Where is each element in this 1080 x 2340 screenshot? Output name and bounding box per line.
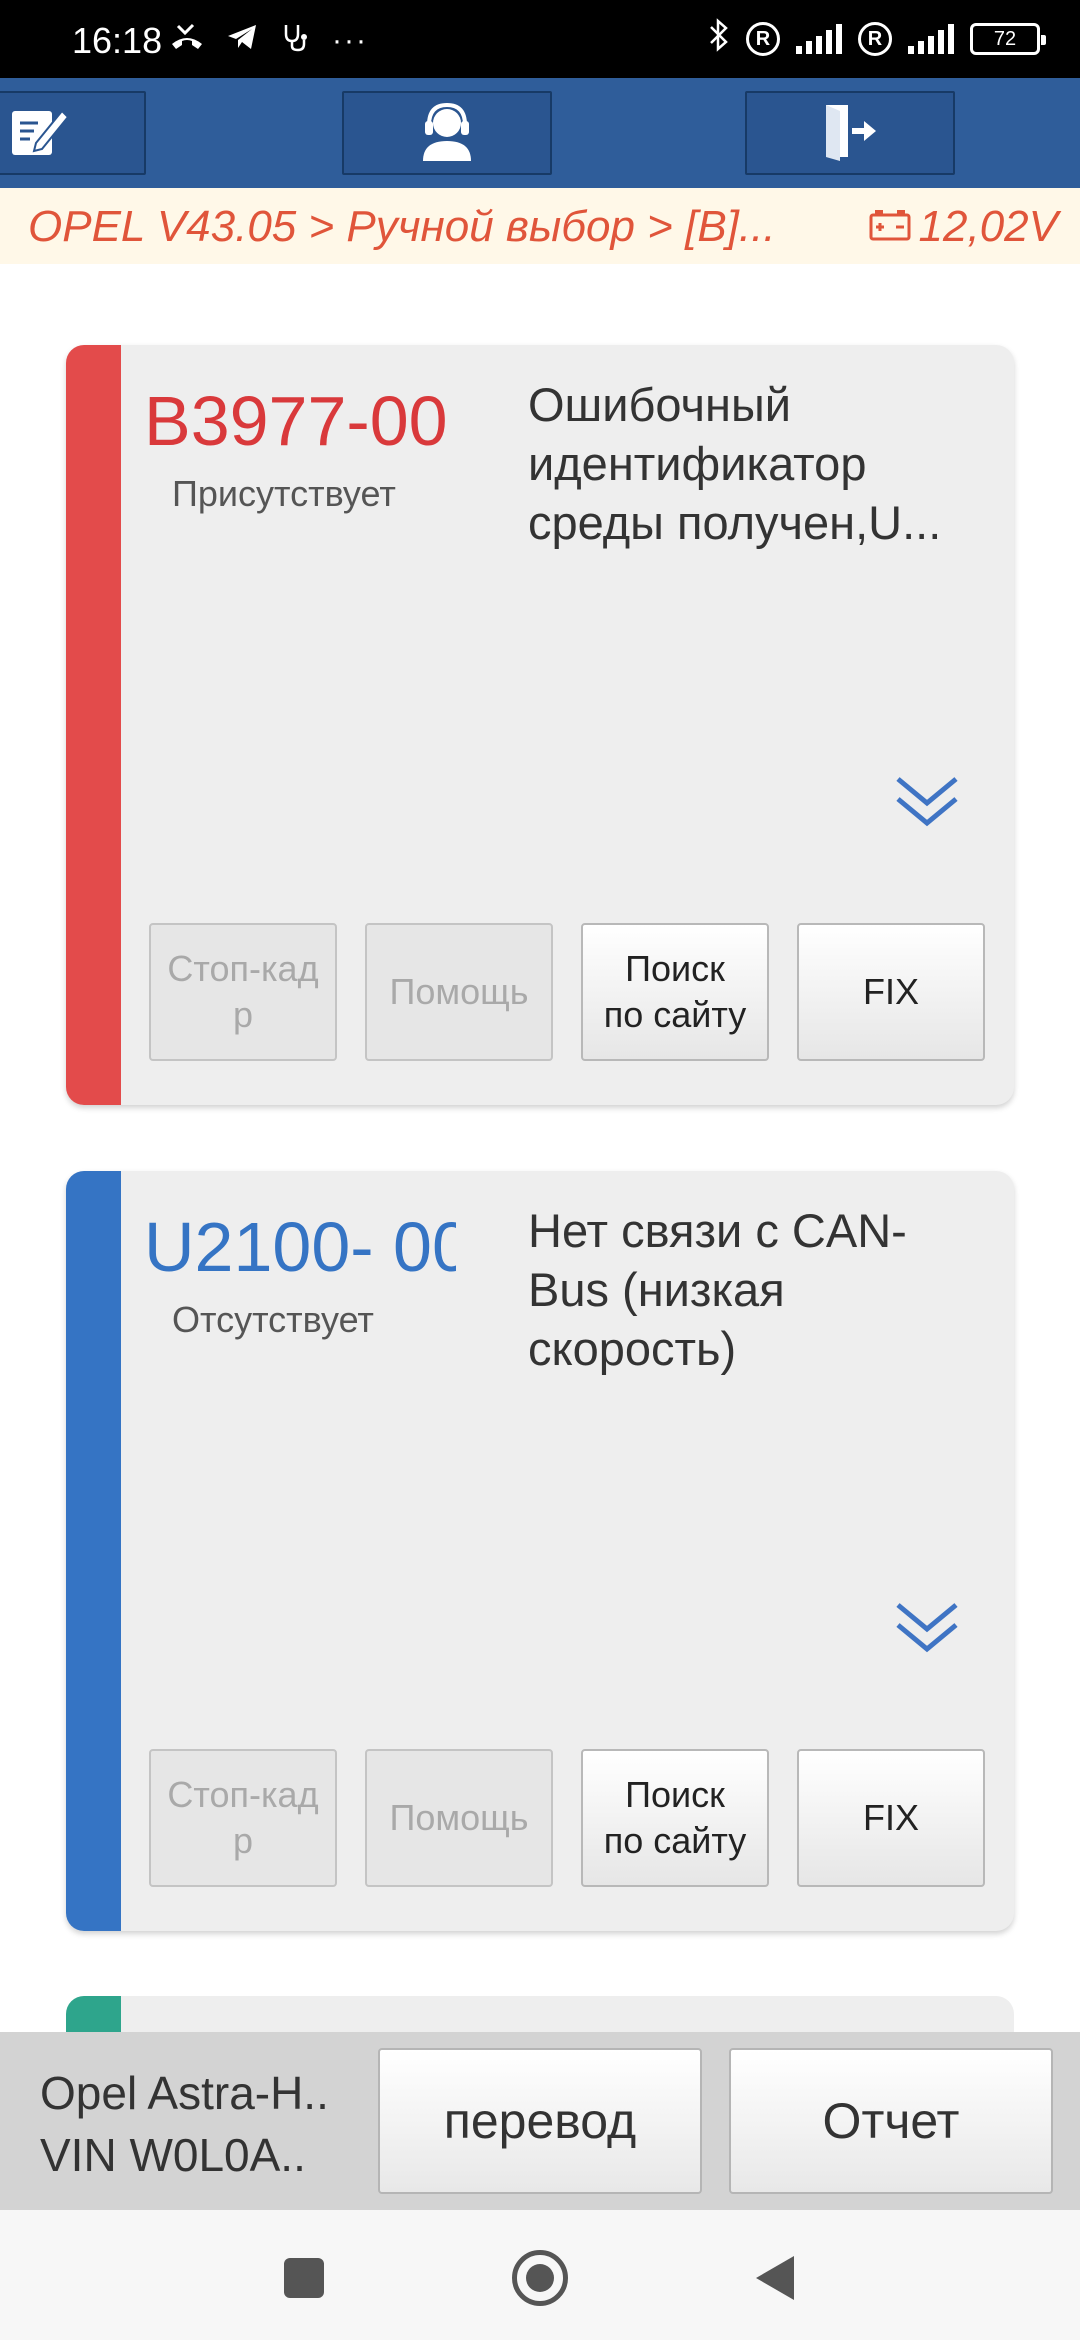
dtc-status: Отсутствует — [172, 1299, 374, 1340]
dtc-code: B3977-00 — [144, 382, 448, 460]
dtc-description: Ошибочный идентификатор среды получен,U.… — [528, 378, 942, 549]
dtc-status: Присутствует — [172, 473, 396, 514]
battery-voltage: 12,02V — [869, 202, 1058, 252]
dtc-description: Нет связи с CAN-Bus (низкая скорость) — [528, 1204, 907, 1375]
support-button[interactable] — [342, 91, 552, 175]
expand-chevron-icon[interactable] — [892, 773, 962, 833]
severity-stripe — [66, 345, 121, 1105]
roaming-icon: R — [858, 22, 892, 56]
dtc-card: B3977-00 Присутствует Ошибочный идентифи… — [66, 345, 1014, 1105]
status-left-icons: ··· — [170, 22, 368, 60]
breadcrumb-path: OPEL V43.05 > Ручной выбор > [B]... — [28, 202, 776, 251]
edit-button[interactable] — [0, 91, 146, 175]
bottom-bar: Opel Astra-H.. VIN W0L0A.. перевод Отчет — [0, 2032, 1080, 2210]
vehicle-info: Opel Astra-H.. VIN W0L0A.. — [40, 2062, 329, 2186]
status-time: 16:18 — [72, 20, 163, 61]
freeze-frame-button[interactable]: Стоп-кад р — [149, 923, 337, 1061]
exit-button[interactable] — [745, 91, 955, 175]
battery-icon: 72 — [970, 23, 1046, 55]
telegram-icon — [226, 22, 258, 60]
support-agent-icon — [415, 99, 479, 168]
top-toolbar — [0, 78, 1080, 188]
vehicle-model: Opel Astra-H.. — [40, 2067, 329, 2119]
report-button[interactable]: Отчет — [729, 2048, 1053, 2194]
severity-stripe — [66, 1171, 121, 1931]
status-right-icons: R R 72 — [708, 18, 1046, 60]
signal-icon — [796, 24, 842, 54]
translate-button[interactable]: перевод — [378, 2048, 702, 2194]
vehicle-vin: VIN W0L0A.. — [40, 2129, 306, 2181]
fix-button[interactable]: FIX — [797, 1749, 985, 1887]
dtc-code: U2100- 00 — [144, 1208, 456, 1286]
signal-icon — [908, 24, 954, 54]
back-icon[interactable] — [756, 2256, 794, 2300]
web-search-button[interactable]: Поиск по сайту — [581, 1749, 769, 1887]
exit-icon — [818, 101, 882, 166]
missed-call-icon — [170, 22, 204, 60]
voltage-value: 12,02V — [918, 202, 1058, 251]
stethoscope-icon — [280, 22, 310, 60]
breadcrumb: OPEL V43.05 > Ручной выбор > [B]... 12,0… — [0, 188, 1080, 264]
dtc-card: U2100- 00 Отсутствует Нет связи с CAN-Bu… — [66, 1171, 1014, 1931]
bluetooth-icon — [708, 18, 730, 60]
expand-chevron-icon[interactable] — [892, 1599, 962, 1659]
freeze-frame-button[interactable]: Стоп-кад р — [149, 1749, 337, 1887]
help-button[interactable]: Помощь — [365, 923, 553, 1061]
edit-icon — [8, 101, 72, 166]
app-root: 16:18 ··· R R 72 OPEL V43.05 > Ручной вы… — [0, 0, 1080, 2340]
system-nav-bar — [0, 2210, 1080, 2340]
car-battery-icon — [869, 202, 911, 252]
fix-button[interactable]: FIX — [797, 923, 985, 1061]
web-search-button[interactable]: Поиск по сайту — [581, 923, 769, 1061]
status-bar: 16:18 ··· R R 72 — [0, 0, 1080, 78]
help-button[interactable]: Помощь — [365, 1749, 553, 1887]
more-icon: ··· — [332, 24, 368, 57]
recents-icon[interactable] — [284, 2258, 324, 2298]
home-icon[interactable] — [512, 2250, 568, 2306]
roaming-icon: R — [746, 22, 780, 56]
